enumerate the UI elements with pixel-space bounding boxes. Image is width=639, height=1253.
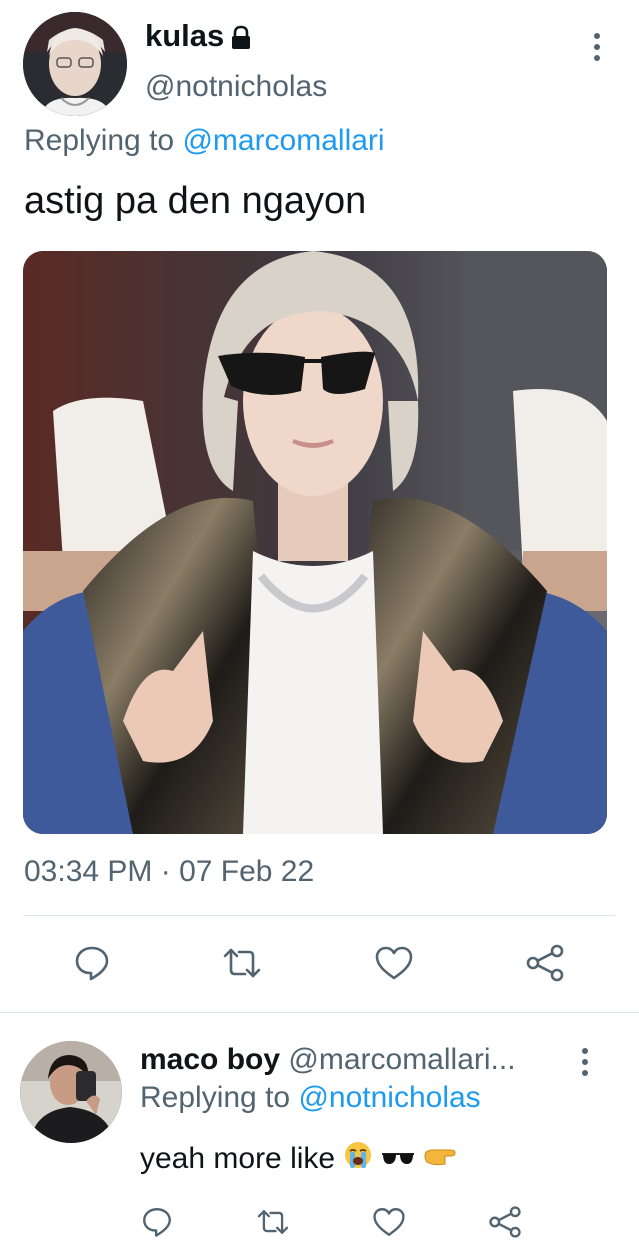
like-icon — [375, 946, 413, 980]
replying-to: Replying to @marcomallari — [24, 124, 385, 157]
like-button[interactable] — [372, 943, 416, 983]
retweet-icon — [257, 1210, 289, 1234]
reply-icon — [143, 1208, 171, 1237]
mention-link[interactable]: @notnicholas — [298, 1081, 480, 1114]
display-name[interactable]: kulas — [145, 18, 252, 54]
loudly-crying-face-icon — [343, 1140, 373, 1178]
like-icon — [373, 1208, 405, 1236]
sunglasses-icon — [381, 1142, 415, 1176]
reply-like-button[interactable] — [370, 1204, 408, 1240]
section-divider — [0, 1012, 639, 1013]
tweet-photo — [23, 251, 607, 834]
reply-avatar[interactable] — [20, 1041, 122, 1143]
retweet-icon — [223, 948, 261, 978]
reply-retweet-button[interactable] — [253, 1204, 293, 1240]
share-button[interactable] — [523, 943, 567, 983]
share-icon — [526, 944, 564, 982]
reply-handle[interactable]: @marcomallari... — [288, 1043, 515, 1076]
avatar-photo — [23, 12, 127, 116]
pointing-hand-icon — [423, 1142, 457, 1176]
reply-reply-button[interactable] — [139, 1204, 175, 1240]
reply-header: maco boy @marcomallari... — [140, 1043, 516, 1077]
tweet-text: astig pa den ngayon — [24, 180, 367, 222]
mention-link[interactable]: @marcomallari — [182, 124, 384, 157]
more-options-button[interactable] — [593, 33, 601, 61]
share-icon — [489, 1206, 521, 1238]
reply-replying-to: Replying to @notnicholas — [140, 1081, 481, 1114]
avatar-photo — [20, 1041, 122, 1143]
tweet-image[interactable] — [23, 251, 607, 834]
avatar[interactable] — [23, 12, 127, 116]
reply-button[interactable] — [70, 943, 114, 983]
user-handle[interactable]: @notnicholas — [145, 70, 327, 104]
divider — [23, 915, 615, 916]
retweet-button[interactable] — [219, 943, 265, 983]
reply-icon — [75, 946, 109, 981]
reply-text-row: yeah more like — [140, 1140, 457, 1178]
lock-icon — [230, 23, 252, 49]
reply-share-button[interactable] — [486, 1204, 524, 1240]
reply-more-options-button[interactable] — [581, 1048, 589, 1076]
reply-display-name[interactable]: maco boy — [140, 1043, 280, 1076]
tweet-timestamp: 03:34 PM · 07 Feb 22 — [24, 855, 315, 888]
reply-text: yeah more like — [140, 1142, 336, 1175]
